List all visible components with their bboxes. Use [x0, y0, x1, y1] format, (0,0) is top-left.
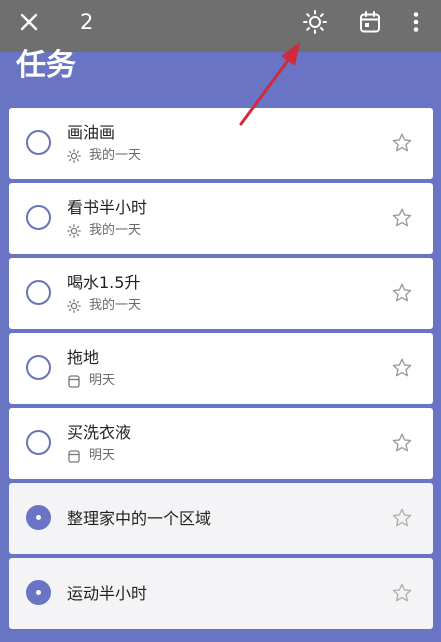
task-meta: 我的一天 [67, 222, 141, 240]
star-icon[interactable] [391, 432, 413, 454]
task-list-label: 我的一天 [89, 223, 142, 238]
task-meta: 明天 [67, 447, 115, 465]
close-icon [20, 13, 38, 31]
task-title: 整理家中的一个区域 [67, 509, 212, 528]
selection-toolbar: 2 [0, 0, 441, 52]
star-icon[interactable] [391, 507, 413, 529]
task-title: 画油画 [67, 123, 116, 142]
calendar-icon [360, 11, 380, 33]
complete-checkbox[interactable] [26, 355, 51, 380]
page-title: 任务 [16, 48, 76, 83]
task-item-selected[interactable]: 整理家中的一个区域 [9, 483, 433, 554]
star-icon[interactable] [391, 207, 413, 229]
complete-checkbox[interactable] [26, 280, 51, 305]
task-item-selected[interactable]: 运动半小时 [9, 558, 433, 629]
calendar-icon [67, 449, 81, 463]
close-button[interactable] [12, 0, 46, 44]
task-title: 喝水1.5升 [67, 273, 141, 292]
calendar-icon [67, 374, 81, 388]
complete-checkbox[interactable] [26, 205, 51, 230]
task-item[interactable]: 拖地 明天 [9, 333, 433, 404]
task-meta: 我的一天 [67, 147, 141, 165]
task-meta: 明天 [67, 372, 115, 390]
task-title: 买洗衣液 [67, 423, 132, 442]
due-date-button[interactable] [355, 0, 385, 44]
task-list-label: 我的一天 [89, 148, 142, 163]
sun-icon [67, 299, 81, 313]
complete-checkbox[interactable] [26, 130, 51, 155]
task-list-label: 我的一天 [89, 298, 142, 313]
more-options-button[interactable] [404, 0, 428, 44]
sun-icon [67, 149, 81, 163]
task-due-label: 明天 [89, 448, 116, 463]
star-icon[interactable] [391, 132, 413, 154]
task-item[interactable]: 看书半小时 我的一天 [9, 183, 433, 254]
task-title: 运动半小时 [67, 584, 148, 603]
task-title: 拖地 [67, 348, 100, 367]
sun-icon [67, 224, 81, 238]
star-icon[interactable] [391, 357, 413, 379]
sun-icon [303, 10, 327, 34]
star-icon[interactable] [391, 282, 413, 304]
star-icon[interactable] [391, 582, 413, 604]
selected-count: 2 [80, 10, 94, 34]
task-item[interactable]: 买洗衣液 明天 [9, 408, 433, 479]
complete-checkbox[interactable] [26, 430, 51, 455]
task-title: 看书半小时 [67, 198, 148, 217]
task-meta: 我的一天 [67, 297, 141, 315]
selected-indicator[interactable] [26, 505, 51, 530]
add-to-my-day-button[interactable] [300, 0, 330, 44]
task-item[interactable]: 喝水1.5升 我的一天 [9, 258, 433, 329]
task-due-label: 明天 [89, 373, 116, 388]
more-vertical-icon [413, 12, 419, 32]
task-item[interactable]: 画油画 我的一天 [9, 108, 433, 179]
selected-indicator[interactable] [26, 580, 51, 605]
